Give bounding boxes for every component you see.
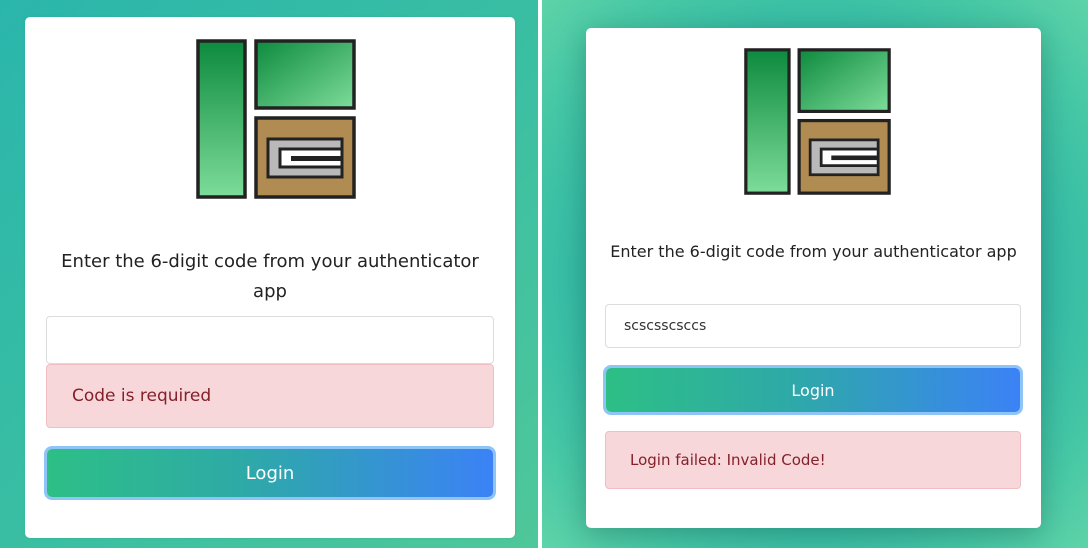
verification-code-input[interactable] (605, 304, 1021, 348)
error-alert: Login failed: Invalid Code! (605, 431, 1021, 489)
two-factor-card: Enter the 6-digit code from your authent… (25, 17, 515, 538)
instruction-text: Enter the 6-digit code from your authent… (61, 251, 479, 302)
error-alert-text: Login failed: Invalid Code! (630, 451, 826, 469)
right-screen-background: Enter the 6-digit code from your authent… (542, 0, 1088, 548)
verification-code-input[interactable] (46, 316, 494, 364)
left-screen-background: Enter the 6-digit code from your authent… (0, 0, 538, 548)
login-button[interactable]: Login (47, 449, 493, 497)
login-button[interactable]: Login (606, 368, 1020, 412)
company-logo-icon (744, 48, 891, 195)
company-logo-icon (196, 39, 356, 199)
error-alert-text: Code is required (72, 386, 212, 406)
error-alert: Code is required (46, 364, 494, 428)
instruction-text: Enter the 6-digit code from your authent… (610, 242, 1017, 261)
two-factor-card: Enter the 6-digit code from your authent… (586, 28, 1041, 528)
